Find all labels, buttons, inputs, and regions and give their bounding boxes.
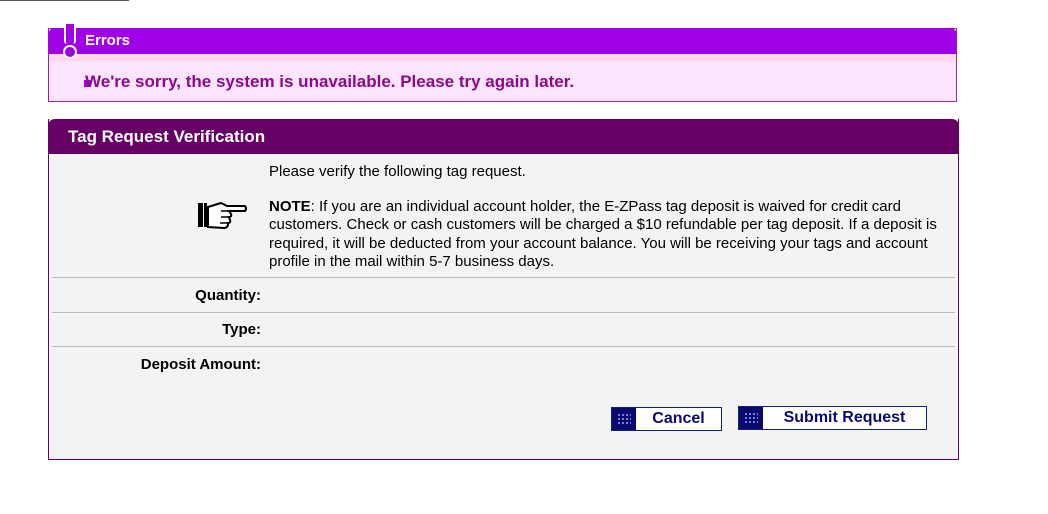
errors-panel: Errors We're sorry, the system is unavai… bbox=[48, 22, 957, 102]
cancel-button-label: Cancel bbox=[652, 410, 705, 427]
row-divider bbox=[52, 312, 955, 313]
intro-text: Please verify the following tag request. bbox=[269, 163, 526, 180]
note-label: NOTE bbox=[269, 198, 311, 215]
top-divider bbox=[0, 0, 129, 1]
errors-stripe bbox=[49, 54, 956, 61]
tag-request-verification-panel: Tag Request Verification Please verify t… bbox=[48, 119, 959, 460]
cancel-button[interactable]: Cancel bbox=[611, 407, 722, 431]
error-message: We're sorry, the system is unavailable. … bbox=[85, 72, 575, 91]
row-divider bbox=[52, 346, 955, 347]
submit-request-button[interactable]: Submit Request bbox=[738, 406, 927, 430]
note-body: : If you are an individual account holde… bbox=[269, 198, 937, 270]
verification-header: Tag Request Verification bbox=[48, 119, 959, 154]
row-divider bbox=[52, 277, 955, 278]
verification-title: Tag Request Verification bbox=[68, 127, 266, 146]
button-grid-icon bbox=[612, 408, 636, 430]
pointing-hand-icon bbox=[198, 201, 247, 230]
note-text: NOTE: If you are an individual account h… bbox=[269, 198, 949, 271]
deposit-amount-label: Deposit Amount: bbox=[140, 356, 261, 373]
exclamation-icon bbox=[63, 22, 77, 59]
quantity-label: Quantity: bbox=[195, 287, 261, 304]
button-grid-icon bbox=[739, 407, 763, 429]
errors-header: Errors bbox=[48, 22, 957, 59]
errors-title: Errors bbox=[85, 32, 131, 49]
type-label: Type: bbox=[222, 321, 261, 338]
submit-request-button-label: Submit Request bbox=[783, 409, 906, 426]
